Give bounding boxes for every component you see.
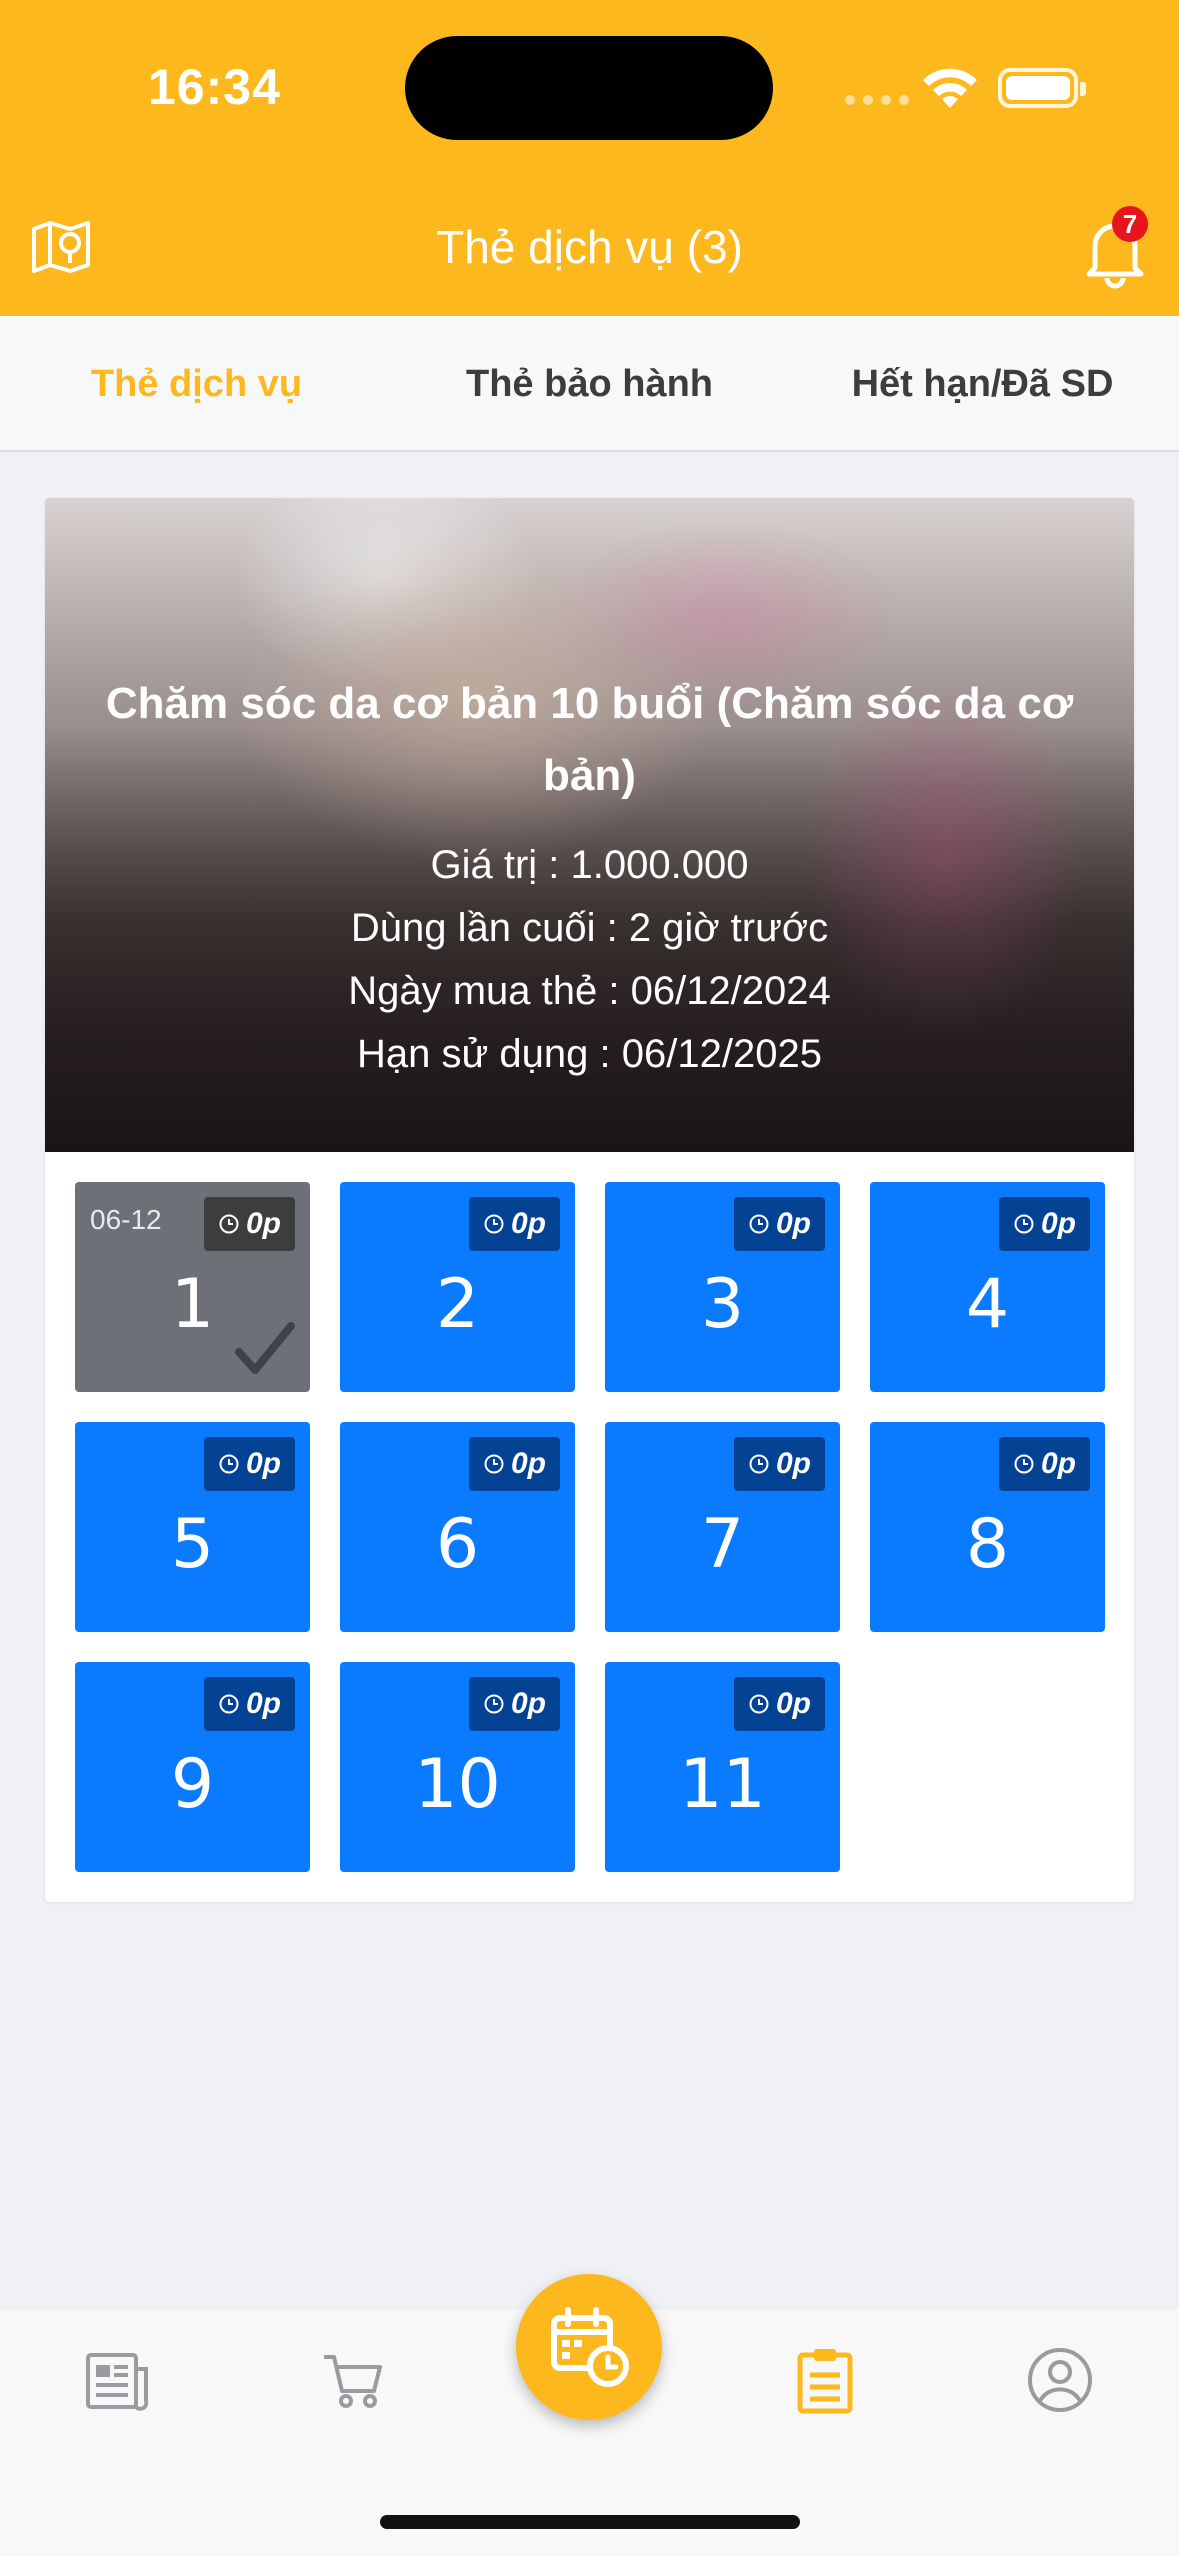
cart-icon[interactable] — [318, 2345, 388, 2415]
session-number: 9 — [170, 1745, 215, 1824]
card-purchase-date: Ngày mua thẻ : 06/12/2024 — [348, 969, 831, 1013]
tab-warranty-cards[interactable]: Thẻ bảo hành — [393, 316, 786, 450]
session-tile[interactable]: 0p 5 — [75, 1422, 310, 1632]
home-indicator[interactable] — [380, 2515, 800, 2529]
service-banner-image: Chăm sóc da cơ bản 10 buổi (Chăm sóc da … — [45, 498, 1134, 1152]
calendar-clock-icon — [551, 2307, 629, 2387]
service-title: Chăm sóc da cơ bản 10 buổi (Chăm sóc da … — [105, 679, 1074, 800]
card-info: Giá trị : 1.000.000 Dùng lần cuối : 2 gi… — [45, 834, 1134, 1086]
session-tile[interactable]: 0p 3 — [605, 1182, 840, 1392]
clipboard-icon[interactable] — [790, 2345, 860, 2415]
card-last-used: Dùng lần cuối : 2 giờ trước — [350, 906, 829, 950]
session-tile[interactable]: 0p 4 — [870, 1182, 1105, 1392]
session-number: 3 — [700, 1265, 745, 1344]
cellular-signal-icon — [845, 95, 909, 105]
dynamic-island — [405, 36, 773, 140]
status-time: 16:34 — [148, 59, 281, 115]
profile-icon[interactable] — [1025, 2345, 1095, 2415]
app-header: 16:34 Thẻ dịch vụ (3) 7 — [0, 0, 1179, 316]
card-value: Giá trị : 1.000.000 — [430, 843, 749, 887]
banner-content: Chăm sóc da cơ bản 10 buổi (Chăm sóc da … — [45, 668, 1134, 1086]
battery-icon — [998, 68, 1086, 108]
tab-service-cards[interactable]: Thẻ dịch vụ — [0, 316, 393, 450]
checkmark-icon — [235, 1322, 295, 1374]
session-number: 5 — [170, 1505, 215, 1584]
session-number: 6 — [435, 1505, 480, 1584]
session-tile[interactable]: 0p 9 — [75, 1662, 310, 1872]
booking-fab[interactable] — [516, 2274, 662, 2420]
session-number: 8 — [965, 1505, 1010, 1584]
session-number: 2 — [435, 1265, 480, 1344]
session-number: 7 — [700, 1505, 745, 1584]
session-tile[interactable]: 0p 6 — [340, 1422, 575, 1632]
session-number: 11 — [679, 1745, 766, 1824]
session-number: 10 — [414, 1745, 501, 1824]
card-expiry-date: Hạn sử dụng : 06/12/2025 — [357, 1032, 822, 1076]
notification-badge: 7 — [1112, 206, 1148, 242]
wifi-icon — [923, 68, 977, 108]
session-tile[interactable]: 0p 8 — [870, 1422, 1105, 1632]
news-icon[interactable] — [82, 2345, 152, 2415]
session-tile[interactable]: 0p 2 — [340, 1182, 575, 1392]
tab-expired-used[interactable]: Hết hạn/Đã SD — [786, 316, 1179, 450]
service-card-screen: 16:34 Thẻ dịch vụ (3) 7 Thẻ dịch vụ Thẻ … — [0, 0, 1179, 2556]
session-tile[interactable]: 06-12 0p 1 — [75, 1182, 310, 1392]
session-number: 4 — [965, 1265, 1010, 1344]
session-tile[interactable]: 0p 7 — [605, 1422, 840, 1632]
session-tile[interactable]: 0p 11 — [605, 1662, 840, 1872]
page-title: Thẻ dịch vụ (3) — [436, 221, 743, 273]
tab-bar: Thẻ dịch vụ Thẻ bảo hành Hết hạn/Đã SD — [0, 316, 1179, 452]
session-tile[interactable]: 0p 10 — [340, 1662, 575, 1872]
service-card[interactable]: Chăm sóc da cơ bản 10 buổi (Chăm sóc da … — [45, 498, 1134, 1902]
